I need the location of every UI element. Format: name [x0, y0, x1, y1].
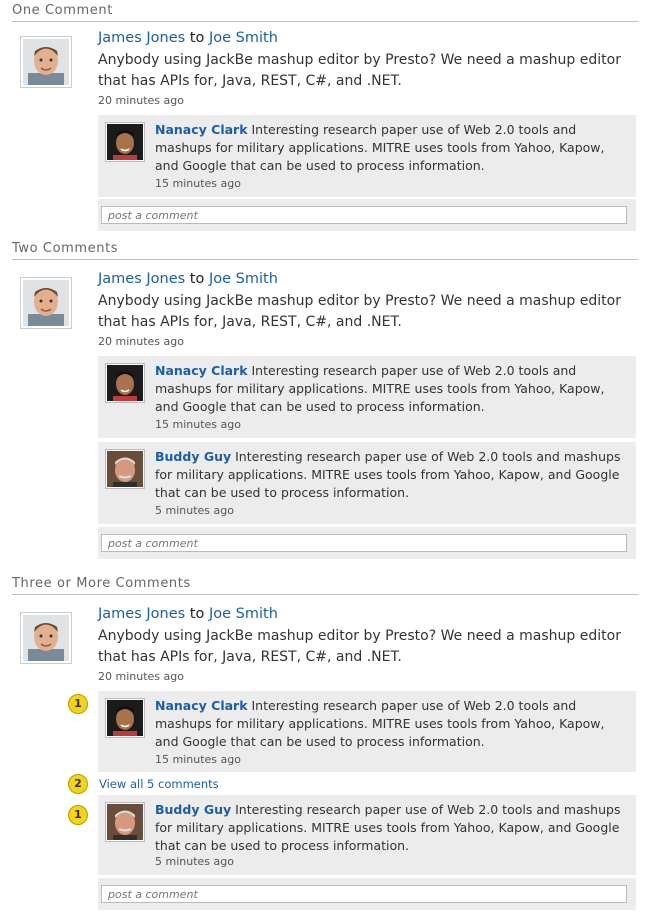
recipient-link[interactable]: Joe Smith	[209, 30, 278, 46]
author-link[interactable]: James Jones	[98, 30, 185, 46]
comment-time: 5 minutes ago	[155, 504, 234, 517]
section-title-one-comment: One Comment	[12, 3, 638, 22]
post-time: 20 minutes ago	[98, 670, 184, 683]
recipient-link[interactable]: Joe Smith	[209, 606, 278, 622]
callout-marker-1: 1	[68, 694, 88, 714]
post-text: Anybody using JackBe mashup editor by Pr…	[98, 52, 621, 89]
avatar-nanacy-clark[interactable]	[105, 122, 145, 162]
comment-box-area	[98, 527, 636, 559]
man-avatar-icon	[23, 615, 69, 663]
post-time: 20 minutes ago	[98, 94, 184, 107]
avatar-nanacy-clark[interactable]	[105, 363, 145, 403]
section-title-three-or-more: Three or More Comments	[12, 576, 638, 595]
comment-item: Buddy Guy Interesting research paper use…	[98, 795, 636, 875]
comment-body: Nanacy Clark Interesting research paper …	[155, 121, 625, 175]
comment-time: 5 minutes ago	[155, 855, 234, 868]
callout-marker-2: 2	[68, 774, 88, 794]
woman-avatar-icon	[107, 365, 143, 401]
avatar-nanacy-clark[interactable]	[105, 698, 145, 738]
commenter-link[interactable]: Nanacy Clark	[155, 122, 248, 137]
avatar-buddy-guy[interactable]	[105, 802, 145, 842]
to-word: to	[189, 30, 205, 46]
view-all-comments-link[interactable]: View all 5 comments	[99, 777, 219, 791]
author-link[interactable]: James Jones	[98, 606, 185, 622]
post-time: 20 minutes ago	[98, 335, 184, 348]
woman-avatar-icon	[107, 700, 143, 736]
post-text: Anybody using JackBe mashup editor by Pr…	[98, 293, 621, 330]
comment-box-area	[98, 878, 636, 910]
comment-item: Nanacy Clark Interesting research paper …	[98, 691, 636, 772]
avatar-james-jones[interactable]	[20, 612, 72, 664]
commenter-link[interactable]: Nanacy Clark	[155, 698, 248, 713]
to-word: to	[189, 606, 205, 622]
commenter-link[interactable]: Buddy Guy	[155, 802, 231, 817]
comment-item: Nanacy Clark Interesting research paper …	[98, 356, 636, 438]
comment-body: Buddy Guy Interesting research paper use…	[155, 448, 625, 502]
post-comment-input[interactable]	[101, 885, 627, 903]
author-link[interactable]: James Jones	[98, 271, 185, 287]
commenter-link[interactable]: Buddy Guy	[155, 449, 231, 464]
to-word: to	[189, 271, 205, 287]
commenter-link[interactable]: Nanacy Clark	[155, 363, 248, 378]
comment-item: Nanacy Clark Interesting research paper …	[98, 115, 636, 197]
post-comment-input[interactable]	[101, 534, 627, 552]
post-header: James Jones to Joe Smith	[98, 271, 278, 287]
comment-body: Nanacy Clark Interesting research paper …	[155, 697, 625, 751]
comment-time: 15 minutes ago	[155, 177, 241, 190]
comment-body: Nanacy Clark Interesting research paper …	[155, 362, 625, 416]
comment-item: Buddy Guy Interesting research paper use…	[98, 442, 636, 524]
comment-box-area	[98, 199, 636, 231]
comment-time: 15 minutes ago	[155, 418, 241, 431]
post-header: James Jones to Joe Smith	[98, 30, 278, 46]
older-man-avatar-icon	[107, 451, 143, 487]
post-comment-input[interactable]	[101, 206, 627, 224]
avatar-buddy-guy[interactable]	[105, 449, 145, 489]
older-man-avatar-icon	[107, 804, 143, 840]
man-avatar-icon	[23, 280, 69, 328]
post-header: James Jones to Joe Smith	[98, 606, 278, 622]
man-avatar-icon	[23, 39, 69, 87]
recipient-link[interactable]: Joe Smith	[209, 271, 278, 287]
avatar-james-jones[interactable]	[20, 36, 72, 88]
avatar-james-jones[interactable]	[20, 277, 72, 329]
post-text: Anybody using JackBe mashup editor by Pr…	[98, 628, 621, 665]
comment-body: Buddy Guy Interesting research paper use…	[155, 801, 625, 855]
woman-avatar-icon	[107, 124, 143, 160]
section-title-two-comments: Two Comments	[12, 241, 638, 260]
comment-time: 15 minutes ago	[155, 753, 241, 766]
callout-marker-1: 1	[68, 805, 88, 825]
